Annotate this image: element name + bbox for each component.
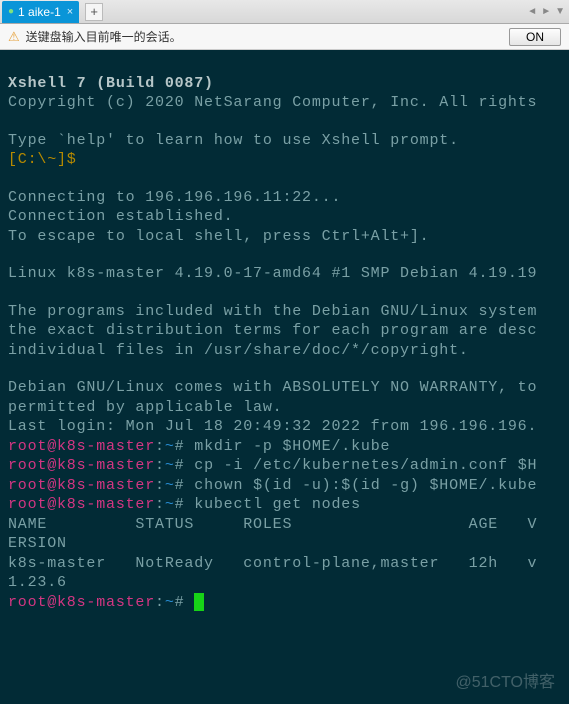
table-row-wrap: 1.23.6 [8,574,67,591]
cmd-2: cp -i /etc/kubernetes/admin.conf $H [194,457,537,474]
escape-line: To escape to local shell, press Ctrl+Alt… [8,228,429,245]
uname-line: Linux k8s-master 4.19.0-17-amd64 #1 SMP … [8,265,537,282]
terminal-title: Xshell 7 (Build 0087) [8,75,214,92]
plus-icon: + [90,5,98,18]
tab-status-dot: ● [8,6,14,17]
cmd-4: kubectl get nodes [194,496,361,513]
close-icon[interactable]: × [67,6,73,18]
tab-bar: ● 1 aike-1 × + ◄ ► ▼ [0,0,569,24]
help-line: Type `help' to learn how to use Xshell p… [8,132,459,149]
add-tab-button[interactable]: + [85,3,103,21]
on-button[interactable]: ON [509,28,561,46]
last-login: Last login: Mon Jul 18 20:49:32 2022 fro… [8,418,537,435]
tab-prev-icon[interactable]: ◄ [527,6,537,17]
warranty-line-1: Debian GNU/Linux comes with ABSOLUTELY N… [8,379,537,396]
tab-active[interactable]: ● 1 aike-1 × [2,1,79,23]
cmd-1: mkdir -p $HOME/.kube [194,438,390,455]
table-row: k8s-master NotReady control-plane,master… [8,555,537,572]
tab-label: 1 aike-1 [18,5,61,19]
connecting-line: Connecting to 196.196.196.11:22... [8,189,341,206]
tab-next-icon[interactable]: ► [541,6,551,17]
local-prompt: [C:\~]$ [8,151,77,168]
watermark: @51CTO博客 [455,673,555,694]
tab-menu-icon[interactable]: ▼ [555,6,565,17]
info-bar: ⚠ 送键盘输入目前唯一的会话。 ON [0,24,569,50]
copyright: Copyright (c) 2020 NetSarang Computer, I… [8,94,537,111]
debian-line-2: the exact distribution terms for each pr… [8,322,537,339]
warning-icon: ⚠ [8,29,20,45]
terminal[interactable]: Xshell 7 (Build 0087) Copyright (c) 2020… [0,50,569,704]
tab-nav: ◄ ► ▼ [527,6,565,17]
table-header: NAME STATUS ROLES AGE V [8,516,537,533]
info-bar-message: 送键盘输入目前唯一的会话。 [26,28,503,45]
established-line: Connection established. [8,208,233,225]
cursor [194,593,204,611]
cmd-3: chown $(id -u):$(id -g) $HOME/.kube [194,477,537,494]
warranty-line-2: permitted by applicable law. [8,399,282,416]
debian-line-3: individual files in /usr/share/doc/*/cop… [8,342,469,359]
prompt-root: root@k8s-master [8,438,155,455]
table-header-wrap: ERSION [8,535,67,552]
debian-line-1: The programs included with the Debian GN… [8,303,537,320]
